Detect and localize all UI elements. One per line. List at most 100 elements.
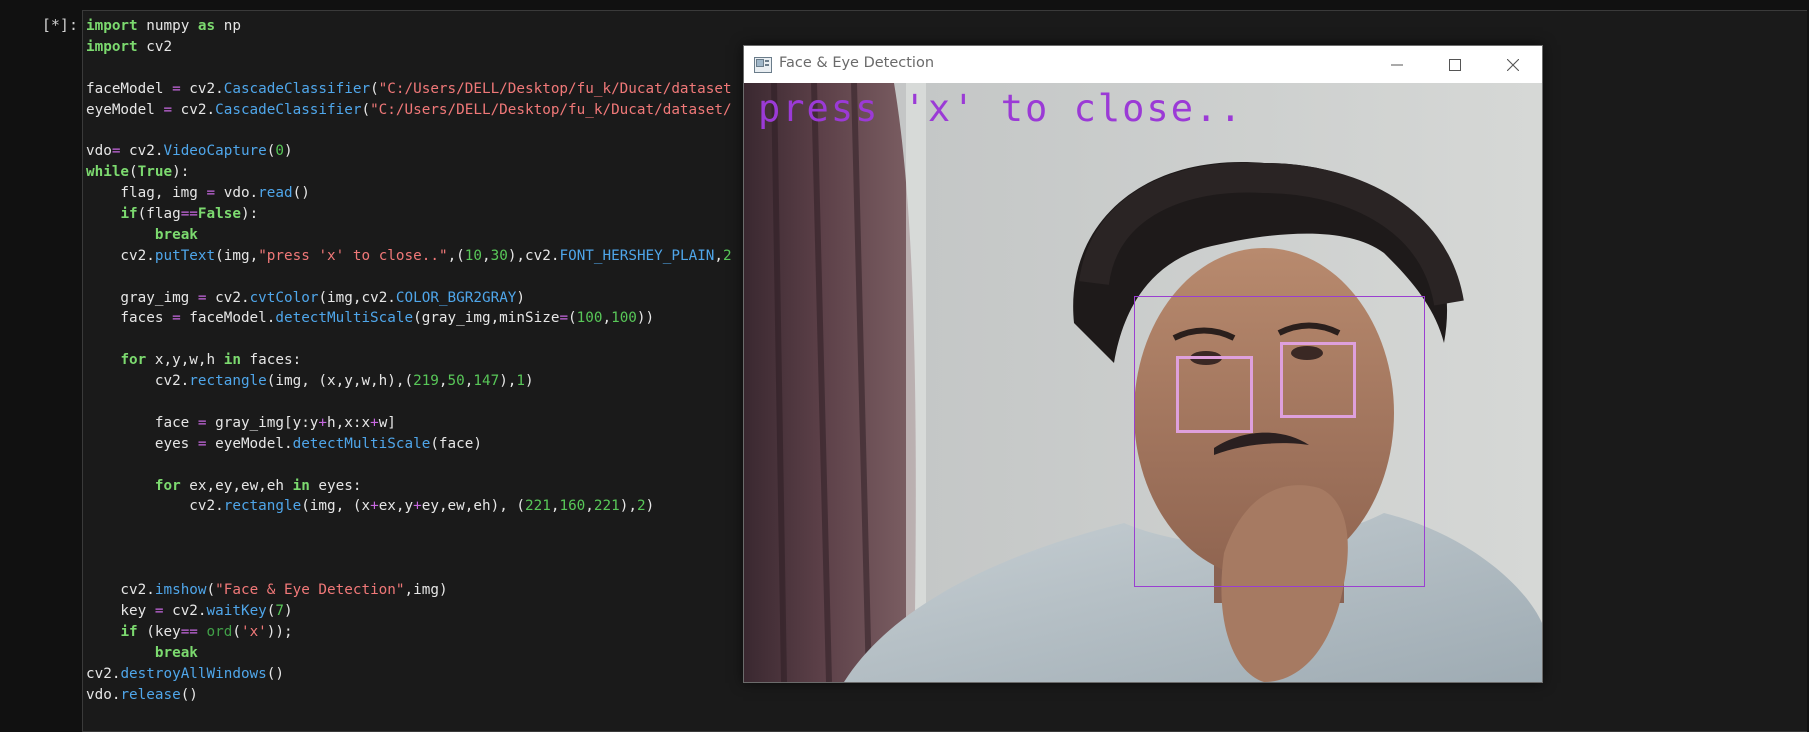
code-line[interactable]: face = gray_img[y:y+h,x:x+w] [86, 413, 732, 434]
code-token: eyes [86, 435, 198, 452]
opencv-window[interactable]: Face & Eye Detection press 'x' to close.… [743, 45, 1543, 683]
code-token: detectMultiScale [292, 435, 431, 452]
code-line[interactable] [86, 329, 732, 350]
code-token: if [120, 623, 138, 640]
code-token: eyes: [309, 477, 362, 494]
code-token: ): [240, 206, 259, 223]
code-line[interactable]: vdo= cv2.VideoCapture(0) [86, 141, 732, 162]
code-token: + [318, 414, 328, 431]
code-token: 100 [611, 310, 637, 327]
code-line[interactable] [86, 538, 732, 559]
code-line[interactable]: break [86, 643, 732, 664]
code-line[interactable]: if(flag==False): [86, 204, 732, 225]
code-line[interactable]: cv2.rectangle(img, (x,y,w,h),(219,50,147… [86, 371, 732, 392]
video-frame: press 'x' to close.. [744, 83, 1542, 682]
eye-detection-box [1176, 356, 1253, 433]
code-line[interactable]: cv2.imshow("Face & Eye Detection",img) [86, 580, 732, 601]
code-token: break [154, 644, 198, 661]
code-token: import [86, 38, 138, 55]
code-token: = [172, 310, 181, 327]
code-token: = [559, 310, 569, 327]
code-token: key [86, 602, 155, 619]
code-line[interactable]: cv2.destroyAllWindows() [86, 664, 732, 685]
code-token: , [438, 373, 448, 390]
code-line[interactable] [86, 559, 732, 580]
code-token: ( [232, 623, 241, 640]
code-token: faces: [240, 352, 302, 369]
code-token: eyeModel [86, 101, 164, 118]
code-line[interactable]: gray_img = cv2.cvtColor(img,cv2.COLOR_BG… [86, 288, 732, 309]
code-line[interactable]: faces = faceModel.detectMultiScale(gray_… [86, 308, 732, 329]
code-line[interactable]: faceModel = cv2.CascadeClassifier("C:/Us… [86, 79, 732, 100]
code-token: "C:/Users/DELL/Desktop/fu_k/Ducat/datase… [370, 101, 732, 118]
code-token: ,img) [404, 582, 448, 599]
code-token: cv2. [86, 373, 190, 390]
code-token: ( [129, 164, 138, 181]
code-line[interactable]: flag, img = vdo.read() [86, 183, 732, 204]
code-token: cv2. [86, 665, 121, 682]
code-token: 7 [275, 602, 285, 619]
code-token: destroyAllWindows [120, 665, 267, 682]
code-token: faces [86, 310, 173, 327]
code-token: 219 [413, 373, 439, 390]
window-titlebar[interactable]: Face & Eye Detection [744, 46, 1542, 83]
code-line[interactable]: while(True): [86, 162, 732, 183]
code-line[interactable] [86, 455, 732, 476]
code-line[interactable]: cv2.rectangle(img, (x+ex,y+ey,ew,eh), (2… [86, 496, 732, 517]
code-line[interactable]: key = cv2.waitKey(7) [86, 601, 732, 622]
maximize-button[interactable] [1426, 46, 1484, 83]
code-line[interactable]: if (key== ord('x')); [86, 622, 732, 643]
code-token: 160 [559, 498, 586, 515]
code-line[interactable]: eyes = eyeModel.detectMultiScale(face) [86, 434, 732, 455]
code-editor[interactable]: import numpy as np import cv2 faceModel =… [86, 16, 732, 705]
code-token: ),cv2. [507, 247, 560, 264]
code-line[interactable]: eyeModel = cv2.CascadeClassifier("C:/Use… [86, 100, 732, 121]
code-token: (img, [215, 247, 259, 264]
code-line[interactable]: cv2.putText(img,"press 'x' to close..",(… [86, 246, 731, 267]
code-line[interactable] [86, 58, 732, 79]
code-token: cv2. [86, 247, 155, 264]
code-token: == [180, 206, 198, 223]
code-token: faceModel. [180, 310, 276, 327]
code-token: ex,y [378, 498, 414, 515]
code-token: waitKey [206, 602, 267, 619]
code-token: 2 [636, 498, 646, 515]
code-line[interactable]: vdo.release() [86, 685, 732, 706]
code-token: rectangle [223, 498, 302, 515]
code-token: "C:/Users/DELL/Desktop/fu_k/Ducat/datase… [378, 80, 732, 97]
code-token: () [292, 185, 310, 202]
code-token: , [482, 247, 491, 264]
code-line[interactable] [86, 392, 732, 413]
code-token: ) [284, 143, 293, 160]
close-button[interactable] [1484, 46, 1542, 83]
cell-prompt: [*]: [41, 16, 78, 34]
code-token: "Face & Eye Detection" [215, 582, 405, 599]
code-line[interactable]: for x,y,w,h in faces: [86, 350, 732, 371]
opencv-window-icon [754, 57, 772, 77]
code-line[interactable]: import cv2 [86, 37, 732, 58]
code-token: for [154, 477, 181, 494]
code-line[interactable]: import numpy as np [86, 16, 732, 37]
code-token: gray_img[y:y [206, 414, 319, 431]
code-line[interactable] [86, 517, 732, 538]
code-token: + [413, 498, 422, 515]
code-line[interactable]: break [86, 225, 732, 246]
code-token: ) [516, 289, 526, 306]
code-token: ): [172, 164, 190, 181]
code-token: 1 [516, 373, 526, 390]
code-line[interactable] [86, 120, 732, 141]
code-line[interactable] [86, 267, 732, 288]
code-token: cv2. [206, 289, 250, 306]
code-token: ey,ew,eh), ( [421, 498, 526, 515]
minimize-button[interactable] [1368, 46, 1426, 83]
code-token: CascadeClassifier [215, 101, 362, 118]
code-line[interactable]: for ex,ey,ew,eh in eyes: [86, 476, 732, 497]
maximize-icon [1449, 58, 1461, 71]
code-token: 147 [473, 373, 500, 390]
code-token: faceModel [86, 80, 173, 97]
